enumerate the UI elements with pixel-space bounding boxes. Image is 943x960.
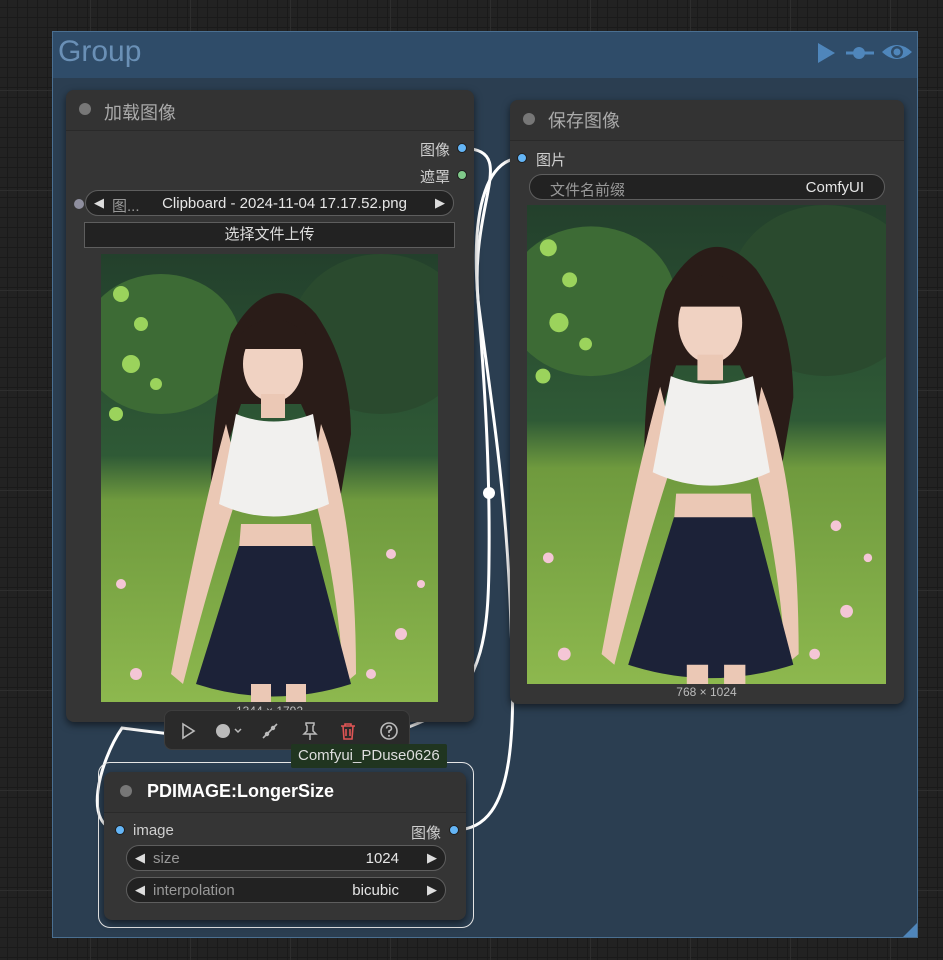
node-title: 保存图像 [548,111,620,131]
preview-image [101,254,438,702]
image-file-combo[interactable]: ◀ 图... Clipboard - 2024-11-04 17.17.52.p… [85,190,454,216]
color-icon[interactable] [213,720,247,742]
output-label-image: 图像 [419,142,450,159]
size-number-widget[interactable]: ◀ size 1024 ▶ [126,845,446,871]
collapse-dot[interactable] [523,113,535,125]
node-title: PDIMAGE:LongerSize [147,781,335,801]
output-slot-image[interactable] [457,143,467,153]
run-icon[interactable] [177,720,199,742]
decrement-arrow[interactable]: ◀ [135,850,145,866]
field-value: ComfyUI [805,179,864,196]
input-label-image: image [133,822,174,839]
increment-arrow[interactable]: ▶ [427,850,437,866]
pin-icon[interactable] [299,720,321,742]
output-slot-image[interactable] [449,825,459,835]
delete-icon[interactable] [337,720,359,742]
output-label-mask: 遮罩 [419,169,450,186]
combo-label: 图... [112,198,140,215]
widget-input-slot[interactable] [74,199,84,209]
combo-left-arrow[interactable]: ◀ [135,882,145,898]
node-source-badge: Comfyui_PDuse0626 [291,744,447,768]
node-longer-size[interactable]: PDIMAGE:LongerSize image 图像 ◀ size 1024 … [104,772,466,920]
interpolation-combo[interactable]: ◀ interpolation bicubic ▶ [126,877,446,903]
help-icon[interactable] [378,720,400,742]
filename-prefix-field[interactable]: 文件名前缀 ComfyUI [529,174,885,200]
output-slot-mask[interactable] [457,170,467,180]
combo-right-arrow[interactable]: ▶ [435,195,445,211]
widget-value: bicubic [352,882,399,899]
output-label-image: 图像 [410,825,441,842]
bypass-icon[interactable] [259,720,281,742]
node-save-image[interactable]: 保存图像 图片 文件名前缀 ComfyUI 768 × 1024 [510,100,904,704]
collapse-dot[interactable] [120,785,132,797]
node-load-image[interactable]: 加载图像 图像 遮罩 ◀ 图... Clipboard - 2024-11-04… [66,90,474,722]
combo-right-arrow[interactable]: ▶ [427,882,437,898]
image-size-label: 768 × 1024 [676,685,737,699]
input-label-image: 图片 [536,152,567,169]
output-image [527,205,886,684]
input-slot-image[interactable] [115,825,125,835]
link-center-dot [483,487,495,499]
combo-left-arrow[interactable]: ◀ [94,195,104,211]
widget-label: size [153,850,180,867]
input-slot-image[interactable] [517,153,527,163]
widget-value: 1024 [365,850,399,867]
node-title: 加载图像 [104,103,176,123]
field-label: 文件名前缀 [550,182,626,199]
widget-label: interpolation [153,882,235,899]
combo-value: Clipboard - 2024-11-04 17.17.52.png [162,195,407,212]
collapse-dot[interactable] [79,103,91,115]
upload-button[interactable]: 选择文件上传 [84,222,455,248]
